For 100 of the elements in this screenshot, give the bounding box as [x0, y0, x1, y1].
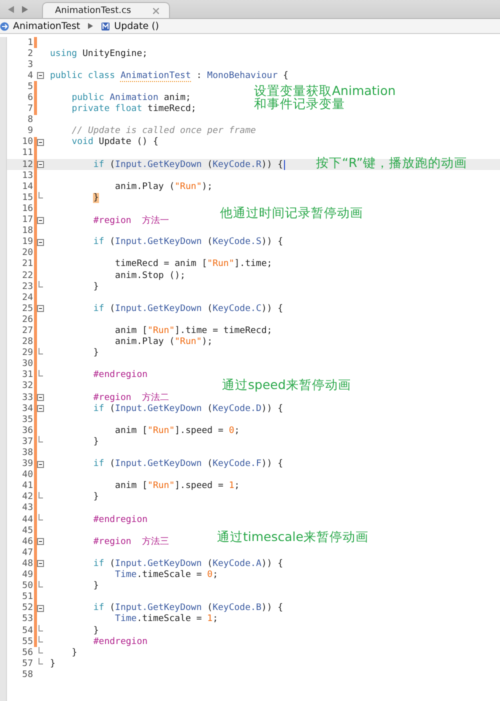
line-number: 6 [26, 93, 34, 104]
code-line: Time.timeScale = 0; [115, 570, 218, 580]
fold-icon[interactable] [37, 460, 44, 468]
code-line: } [50, 658, 56, 669]
code-line: } [93, 626, 99, 636]
line-number: 26 [21, 314, 34, 325]
line-number: 32 [21, 381, 34, 392]
line-number: 5 [26, 82, 34, 92]
line-number: 47 [21, 548, 34, 558]
line-number: 1 [26, 38, 34, 48]
fold-icon[interactable] [37, 394, 44, 402]
line-number: 16 [21, 204, 34, 214]
code-line: #endregion [93, 636, 148, 647]
line-number: 35 [21, 414, 34, 425]
annotation-text: 按下“R”键，播放跑的动画 [316, 156, 467, 170]
text-cursor [284, 160, 286, 170]
line-number: 23 [21, 282, 34, 292]
line-number: 27 [21, 326, 34, 336]
line-number: 3 [26, 60, 34, 70]
fold-icon[interactable] [37, 72, 44, 80]
line-number: 46 [21, 536, 34, 547]
file-tab[interactable]: AnimationTest.cs [42, 2, 170, 18]
fold-icon[interactable] [37, 305, 44, 312]
fold-icon[interactable] [37, 604, 44, 612]
code-line: if (Input.GetKeyDown (KeyCode.B)) { [93, 603, 284, 614]
fold-icon[interactable] [37, 538, 44, 546]
line-number: 14 [21, 182, 34, 192]
code-line: if (Input.GetKeyDown (KeyCode.A)) { [93, 558, 284, 569]
line-number: 56 [21, 648, 34, 658]
line-number: 12 [21, 160, 34, 170]
code-line: } [72, 648, 78, 658]
line-number: 11 [21, 148, 34, 158]
code-line: #region 方法一 [93, 214, 170, 227]
line-number: 49 [21, 570, 34, 580]
code-line: anim ["Run"].time = timeRecd; [115, 326, 272, 336]
code-line: } [93, 348, 99, 358]
annotation-text: 他通过时间记录暂停动画 [220, 206, 363, 218]
line-number: 30 [21, 359, 34, 370]
code-line: timeRecd = anim ["Run"].time; [115, 259, 272, 270]
line-number: 40 [21, 470, 34, 480]
line-number: 45 [21, 526, 34, 536]
line-number: 10 [21, 137, 34, 148]
fold-icon[interactable] [37, 161, 44, 168]
breadcrumb-item[interactable]: AnimationTest [13, 20, 80, 32]
line-number: 43 [21, 503, 34, 514]
line-number: 53 [21, 614, 34, 624]
line-number: 9 [26, 126, 34, 136]
line-number: 36 [21, 426, 34, 436]
line-number: 58 [21, 670, 34, 680]
line-number: 57 [21, 658, 34, 669]
line-number: 19 [21, 237, 34, 248]
code-line: void Update () { [72, 137, 158, 148]
line-number: 7 [26, 104, 34, 114]
fold-icon[interactable] [37, 138, 44, 146]
line-number: 39 [21, 459, 34, 470]
fold-icon[interactable] [37, 216, 44, 224]
code-line: private float timeRecd; [72, 104, 196, 114]
line-number: 54 [21, 626, 34, 636]
forward-icon[interactable] [22, 6, 28, 13]
fold-icon[interactable] [37, 238, 44, 246]
line-number: 2 [26, 48, 34, 59]
code-line: using UnityEngine; [50, 48, 148, 59]
method-icon [101, 22, 110, 30]
code-line: if (Input.GetKeyDown (KeyCode.D)) { [93, 404, 284, 414]
line-number: 37 [21, 436, 34, 447]
code-line: #region 方法二 [93, 392, 170, 404]
close-icon[interactable] [153, 8, 160, 14]
line-number: 52 [21, 603, 34, 614]
breadcrumb-item[interactable]: Update () [114, 20, 159, 32]
annotation-text: 通过timescale来暂停动画 [217, 530, 368, 544]
line-number: 21 [21, 259, 34, 270]
code-line: #region 方法三 [93, 536, 170, 548]
fold-icon[interactable] [37, 560, 44, 568]
line-number: 20 [21, 248, 34, 258]
line-number: 31 [21, 370, 34, 380]
line-number: 17 [21, 215, 34, 226]
line-number: 51 [21, 592, 34, 602]
code-line: } [93, 492, 99, 502]
code-line: #endregion [93, 370, 148, 380]
code-line: Time.timeScale = 1; [115, 614, 218, 624]
code-line: } [93, 436, 99, 447]
line-number: 34 [21, 404, 34, 414]
code-line: if (Input.GetKeyDown (KeyCode.C)) { [93, 304, 284, 314]
line-number: 15 [21, 192, 34, 203]
fold-icon[interactable] [37, 405, 44, 412]
code-line: if (Input.GetKeyDown (KeyCode.F)) { [93, 459, 284, 470]
code-line: #endregion [93, 514, 148, 525]
line-number: 13 [21, 170, 34, 181]
line-number: 18 [21, 226, 34, 236]
code-line: anim.Stop (); [115, 270, 186, 281]
code-line: if (Input.GetKeyDown (KeyCode.S)) { [93, 237, 284, 248]
code-line: // Update is called once per frame [72, 126, 256, 136]
line-number: 4 [26, 70, 34, 81]
code-line: } [93, 282, 99, 292]
line-number: 48 [21, 558, 34, 569]
line-number: 44 [21, 514, 34, 525]
line-number: 28 [21, 337, 34, 348]
line-number: 33 [21, 392, 34, 403]
annotation-text: 设置变量获取Animation 和事件记录变量 [254, 84, 396, 110]
code-line: public Animation anim; [72, 93, 191, 104]
